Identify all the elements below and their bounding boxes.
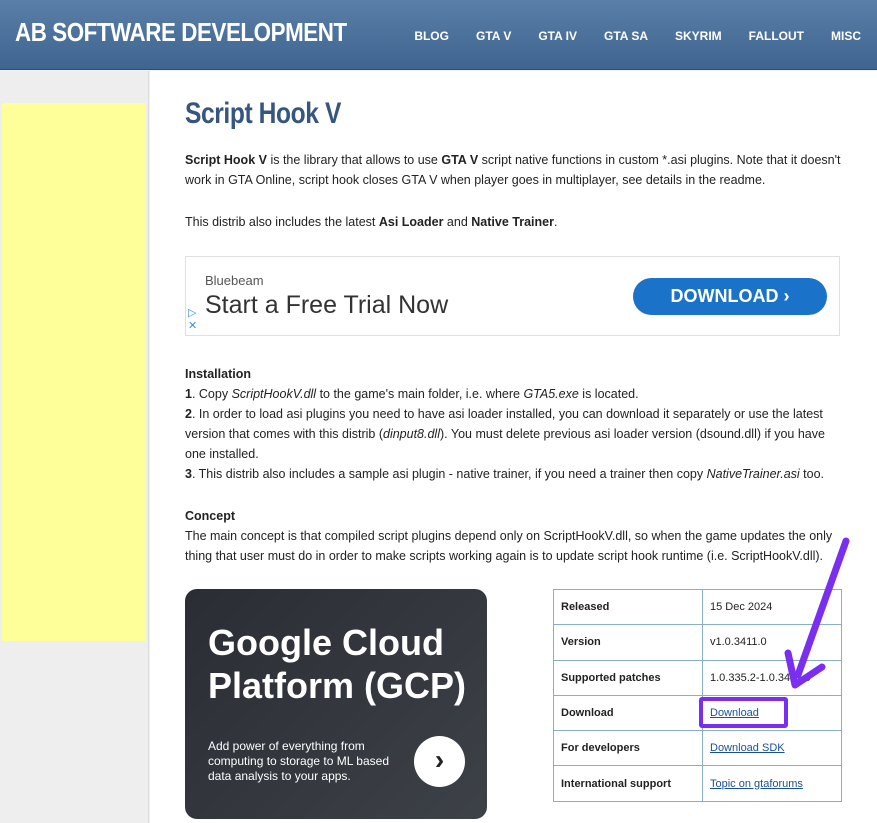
bluebeam-ad[interactable]: Bluebeam Start a Free Trial Now DOWNLOAD…	[185, 256, 840, 336]
released-label: Released	[553, 588, 703, 626]
distrib-paragraph: This distrib also includes the latest As…	[185, 215, 558, 229]
patches-label: Supported patches	[553, 659, 703, 696]
concept-section: Concept The main concept is that compile…	[185, 506, 845, 566]
gtaforums-topic-link[interactable]: Topic on gtaforums	[710, 778, 803, 790]
table-row: International support Topic on gtaforums	[553, 765, 842, 802]
table-row: Download Download	[553, 694, 842, 732]
nav-misc[interactable]: MISC	[831, 29, 861, 43]
annotation-arrow-icon	[784, 537, 850, 689]
site-header: AB SOFTWARE DEVELOPMENT BLOG GTA V GTA I…	[0, 0, 877, 70]
nav-gta-iv[interactable]: GTA IV	[538, 29, 577, 43]
ad-download-button[interactable]: DOWNLOAD ›	[633, 278, 827, 315]
table-row: For developers Download SDK	[553, 730, 842, 767]
nav-gta-sa[interactable]: GTA SA	[604, 29, 648, 43]
installation-step-1: 1. Copy ScriptHookV.dll to the game's ma…	[185, 387, 639, 401]
nav-fallout[interactable]: FALLOUT	[749, 29, 804, 43]
version-label: Version	[553, 624, 703, 661]
international-support-label: International support	[553, 765, 703, 802]
concept-text: The main concept is that compiled script…	[185, 529, 833, 563]
sidebar-ad[interactable]	[2, 103, 146, 641]
intro-paragraph: Script Hook V is the library that allows…	[185, 153, 841, 187]
ad-choices-icon[interactable]: ▷ ✕	[188, 307, 197, 333]
installation-section: Installation 1. Copy ScriptHookV.dll to …	[185, 364, 845, 484]
ad-brand: Bluebeam	[205, 273, 264, 288]
download-label: Download	[553, 694, 703, 732]
chevron-right-icon[interactable]: ›	[414, 736, 465, 787]
installation-heading: Installation	[185, 367, 251, 381]
nav-gta-v[interactable]: GTA V	[476, 29, 511, 43]
nav-blog[interactable]: BLOG	[414, 29, 449, 43]
installation-step-2: 2. In order to load asi plugins you need…	[185, 407, 825, 461]
site-title[interactable]: AB SOFTWARE DEVELOPMENT	[15, 17, 347, 48]
gcp-ad[interactable]: Google Cloud Platform (GCP) Add power of…	[185, 589, 487, 819]
gcp-ad-title: Google Cloud Platform (GCP)	[208, 622, 467, 706]
nav-skyrim[interactable]: SKYRIM	[675, 29, 722, 43]
gcp-ad-subtitle: Add power of everything from computing t…	[208, 739, 389, 783]
page-title: Script Hook V	[185, 97, 341, 130]
download-sdk-link[interactable]: Download SDK	[710, 742, 785, 754]
installation-step-3: 3. This distrib also includes a sample a…	[185, 467, 825, 481]
developers-label: For developers	[553, 730, 703, 767]
main-nav: BLOG GTA V GTA IV GTA SA SKYRIM FALLOUT …	[414, 29, 877, 43]
concept-heading: Concept	[185, 509, 235, 523]
ad-headline[interactable]: Start a Free Trial Now	[205, 291, 448, 320]
download-highlight-box	[699, 697, 788, 728]
